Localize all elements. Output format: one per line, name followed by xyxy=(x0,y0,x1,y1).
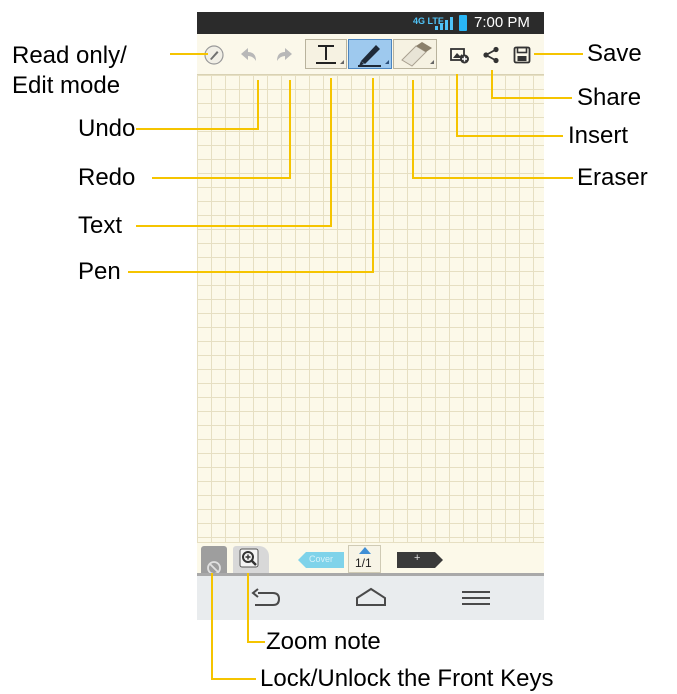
callout-text: Text xyxy=(78,212,123,239)
text-t-icon xyxy=(316,45,344,64)
undo-button[interactable] xyxy=(239,46,259,64)
share-button[interactable] xyxy=(481,45,501,65)
undo-arrow-icon xyxy=(241,48,256,61)
note-drawing-canvas[interactable] xyxy=(197,75,544,542)
pen-tool-button[interactable] xyxy=(348,39,392,69)
redo-button[interactable] xyxy=(274,46,294,64)
zoom-magnifier-icon xyxy=(239,548,259,568)
previous-page-label: Cover xyxy=(309,554,334,564)
status-clock: 7:00 PM xyxy=(474,14,530,31)
home-button[interactable] xyxy=(354,586,388,610)
callout-read-only-edit-mode: Read only/ Edit mode xyxy=(12,42,127,99)
callout-share: Share xyxy=(577,84,642,111)
status-bar: 4G LTE 7:00 PM xyxy=(197,12,544,34)
page-up-triangle-icon xyxy=(359,547,371,554)
pen-icon xyxy=(358,45,389,67)
battery-icon xyxy=(459,15,467,31)
home-icon xyxy=(356,587,386,606)
page-number-text: 1/1 xyxy=(355,556,372,570)
callout-redo: Redo xyxy=(78,164,136,191)
callout-insert: Insert xyxy=(568,122,629,149)
back-button[interactable] xyxy=(249,586,283,610)
eraser-tool-button[interactable] xyxy=(393,39,437,69)
callout-lock-front-keys: Lock/Unlock the Front Keys xyxy=(260,665,554,692)
callout-eraser: Eraser xyxy=(577,164,648,191)
signal-strength-icon xyxy=(435,17,453,30)
back-arrow-icon xyxy=(251,588,281,606)
pen-circle-icon xyxy=(204,45,224,65)
text-tool-button[interactable] xyxy=(305,39,347,69)
callout-save: Save xyxy=(587,40,642,67)
previous-page-button[interactable]: Cover xyxy=(298,552,344,568)
redo-arrow-icon xyxy=(277,48,292,61)
save-floppy-icon xyxy=(513,46,531,64)
save-button[interactable] xyxy=(512,45,532,65)
insert-image-icon xyxy=(450,48,469,64)
next-page-button[interactable]: + xyxy=(397,552,443,568)
eraser-icon xyxy=(401,42,434,67)
page-indicator: 1/1 xyxy=(348,545,381,573)
callout-pen: Pen xyxy=(78,258,121,285)
callout-undo: Undo xyxy=(78,115,136,142)
lock-front-keys-tab[interactable] xyxy=(201,546,227,576)
bottom-tab-area: Cover 1/1 + xyxy=(197,542,544,577)
menu-lines-icon xyxy=(462,591,490,605)
insert-button[interactable] xyxy=(449,45,471,65)
callout-zoom-note: Zoom note xyxy=(266,628,381,655)
share-icon xyxy=(483,46,499,64)
read-only-edit-mode-button[interactable] xyxy=(203,44,225,66)
lock-keys-icon xyxy=(207,561,221,575)
note-toolbar xyxy=(197,34,544,75)
system-navigation-bar xyxy=(197,576,544,620)
menu-button[interactable] xyxy=(459,586,493,610)
zoom-note-tab[interactable] xyxy=(233,546,269,573)
next-page-label: + xyxy=(414,552,421,564)
